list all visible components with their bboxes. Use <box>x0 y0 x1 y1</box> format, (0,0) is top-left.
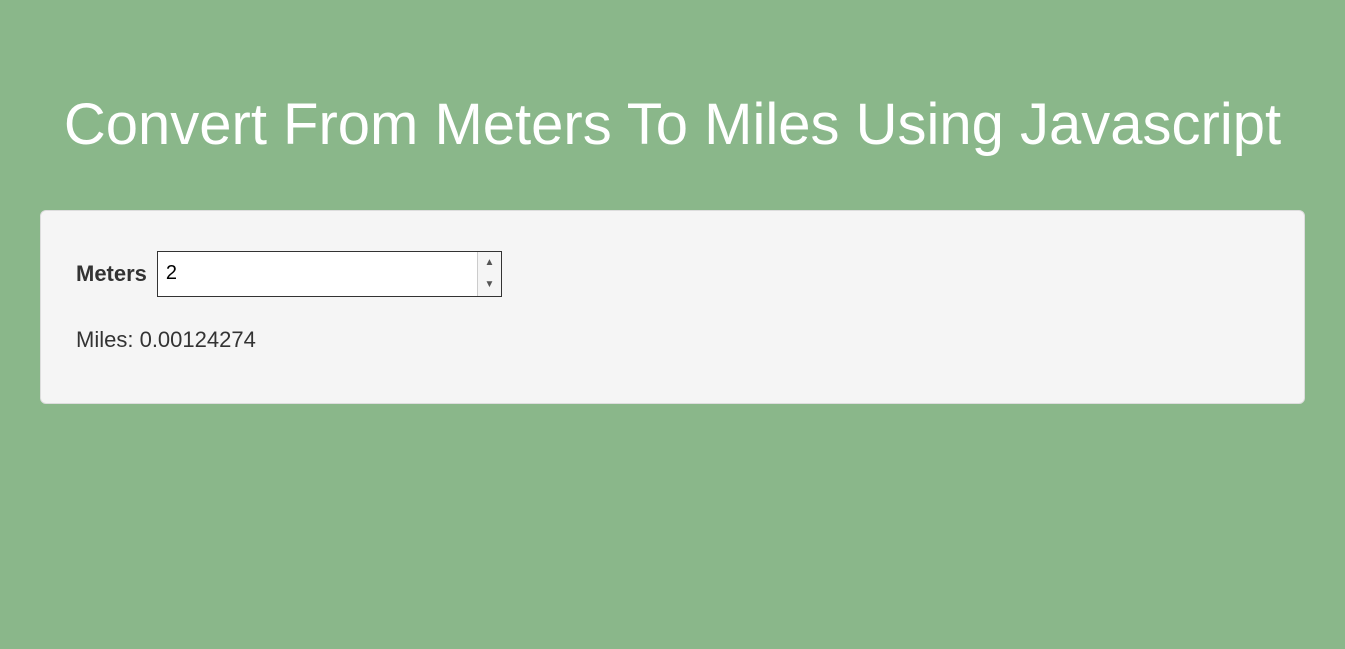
spinner-up-button[interactable]: ▲ <box>478 252 501 274</box>
page-title: Convert From Meters To Miles Using Javas… <box>20 90 1325 160</box>
miles-output-row: Miles: 0.00124274 <box>76 327 1269 353</box>
chevron-up-icon: ▲ <box>484 257 494 268</box>
number-spinner: ▲ ▼ <box>477 252 501 296</box>
miles-label: Miles: <box>76 327 133 352</box>
spinner-down-button[interactable]: ▼ <box>478 274 501 296</box>
meters-input-row: Meters ▲ ▼ <box>76 251 1269 297</box>
miles-value: 0.00124274 <box>140 327 256 352</box>
converter-card: Meters ▲ ▼ Miles: 0.00124274 <box>40 210 1305 404</box>
meters-input[interactable] <box>157 251 502 297</box>
meters-input-wrapper: ▲ ▼ <box>157 251 502 297</box>
chevron-down-icon: ▼ <box>484 279 494 290</box>
meters-label: Meters <box>76 261 147 287</box>
